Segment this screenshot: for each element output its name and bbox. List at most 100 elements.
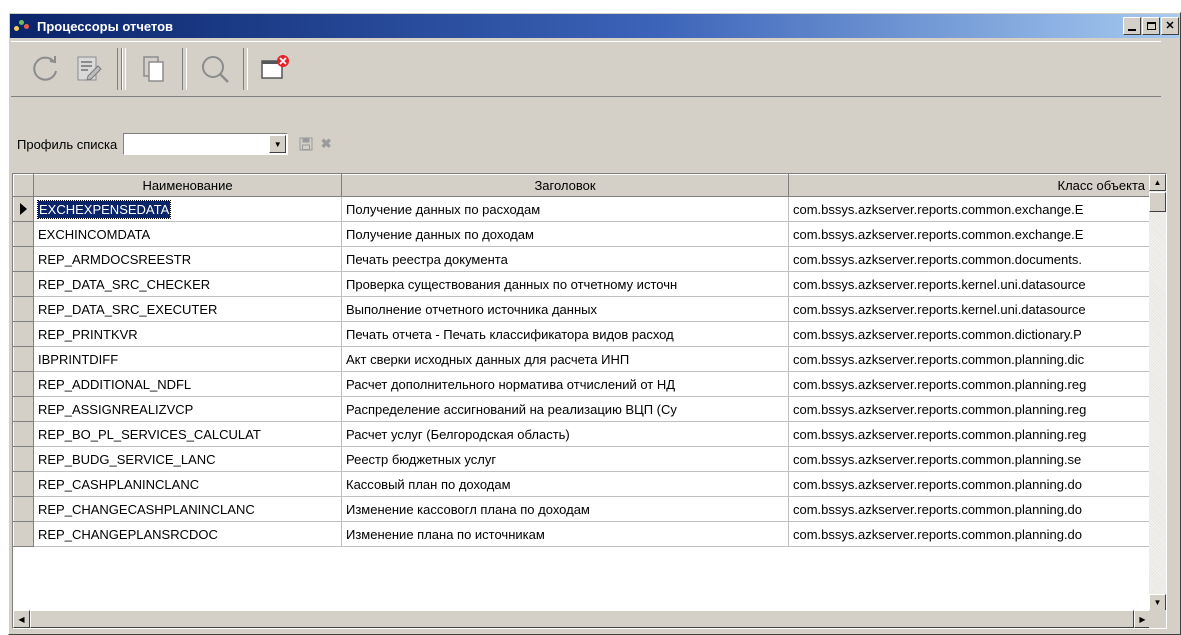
cell-class[interactable]: com.bssys.azkserver.reports.common.plann… [788,496,1152,522]
title-bar[interactable]: Процессоры отчетов ✕ [10,14,1179,38]
cell-title[interactable]: Кассовый план по доходам [341,471,789,497]
close-button[interactable]: ✕ [1161,17,1179,35]
cell-title-text: Реестр бюджетных услуг [346,451,497,467]
cell-class[interactable]: com.bssys.azkserver.reports.common.plann… [788,521,1152,547]
row-indicator[interactable] [13,421,34,447]
column-header-class[interactable]: Класс объекта [788,174,1152,197]
report-processors-table: Наименование Заголовок Класс объекта EXC… [12,173,1167,629]
cell-name[interactable]: REP_ASSIGNREALIZVCP [33,396,342,422]
cell-name[interactable]: REP_CASHPLANINCLANC [33,471,342,497]
row-indicator[interactable] [13,471,34,497]
list-profile-select[interactable]: ▼ [123,133,289,155]
cell-class-text: com.bssys.azkserver.reports.common.plann… [793,501,1083,517]
cell-title[interactable]: Изменение плана по источникам [341,521,789,547]
refresh-button[interactable] [23,47,67,91]
save-profile-button[interactable] [298,136,314,152]
cell-title[interactable]: Реестр бюджетных услуг [341,446,789,472]
resize-grip[interactable] [1149,610,1166,628]
row-indicator[interactable] [13,196,34,222]
cell-name[interactable]: REP_BO_PL_SERVICES_CALCULAT [33,421,342,447]
cell-title[interactable]: Акт сверки исходных данных для расчета И… [341,346,789,372]
cell-class[interactable]: com.bssys.azkserver.reports.common.plann… [788,346,1152,372]
cell-name[interactable]: REP_ARMDOCSREESTR [33,246,342,272]
table-row[interactable]: IBPRINTDIFF Акт сверки исходных данных дл… [13,346,1152,372]
cell-class[interactable]: com.bssys.azkserver.reports.common.plann… [788,396,1152,422]
row-indicator[interactable] [13,371,34,397]
cell-class[interactable]: com.bssys.azkserver.reports.common.excha… [788,221,1152,247]
cell-name[interactable]: EXCHEXPENSEDATA [33,196,342,222]
scroll-up-button[interactable]: ▲ [1149,174,1166,191]
cell-title[interactable]: Получение данных по расходам [341,196,789,222]
cell-class[interactable]: com.bssys.azkserver.reports.common.excha… [788,196,1152,222]
cell-class[interactable]: com.bssys.azkserver.reports.kernel.uni.d… [788,271,1152,297]
cell-title[interactable]: Получение данных по доходам [341,221,789,247]
cell-title[interactable]: Печать отчета - Печать классификатора ви… [341,321,789,347]
row-indicator[interactable] [13,321,34,347]
cell-title[interactable]: Распределение ассигнований на реализацию… [341,396,789,422]
row-indicator[interactable] [13,296,34,322]
row-indicator[interactable] [13,521,34,547]
maximize-button[interactable] [1142,17,1160,35]
table-row[interactable]: EXCHINCOMDATA Получение данных по доходам… [13,221,1152,247]
cell-name[interactable]: REP_CHANGEPLANSRCDOC [33,521,342,547]
cell-name[interactable]: REP_PRINTKVR [33,321,342,347]
table-row[interactable]: REP_CASHPLANINCLANC Кассовый план по дохо… [13,471,1152,497]
table-row[interactable]: REP_PRINTKVR Печать отчета - Печать класс… [13,321,1152,347]
cell-title-text: Распределение ассигнований на реализацию… [346,401,677,417]
table-row[interactable]: REP_BO_PL_SERVICES_CALCULAT Расчет услуг … [13,421,1152,447]
minimize-button[interactable] [1123,17,1141,35]
cell-title[interactable]: Выполнение отчетного источника данных [341,296,789,322]
table-row[interactable]: EXCHEXPENSEDATA Получение данных по расхо… [13,196,1152,222]
vertical-scroll-thumb[interactable] [1149,192,1166,212]
scroll-left-button[interactable]: ◀ [13,610,30,628]
horizontal-scroll-thumb[interactable] [30,610,1134,628]
dropdown-button[interactable]: ▼ [269,135,287,153]
scroll-down-button[interactable]: ▼ [1149,594,1166,611]
table-row[interactable]: REP_DATA_SRC_CHECKER Проверка существован… [13,271,1152,297]
row-indicator[interactable] [13,396,34,422]
copy-icon [143,56,164,82]
cell-title[interactable]: Проверка существования данных по отчетно… [341,271,789,297]
vertical-scrollbar[interactable]: ▲ ▼ [1149,174,1166,611]
row-indicator[interactable] [13,496,34,522]
cell-class[interactable]: com.bssys.azkserver.reports.common.plann… [788,421,1152,447]
cell-class[interactable]: com.bssys.azkserver.reports.common.plann… [788,471,1152,497]
cell-name[interactable]: IBPRINTDIFF [33,346,342,372]
cell-title[interactable]: Печать реестра документа [341,246,789,272]
cell-name[interactable]: EXCHINCOMDATA [33,221,342,247]
edit-button[interactable] [67,47,111,91]
column-header-name[interactable]: Наименование [33,174,342,197]
horizontal-scrollbar[interactable]: ◀ ▶ [13,610,1151,628]
table-row[interactable]: REP_CHANGEPLANSRCDOC Изменение плана по и… [13,521,1152,547]
table-row[interactable]: REP_ARMDOCSREESTR Печать реестра документ… [13,246,1152,272]
cell-name[interactable]: REP_DATA_SRC_EXECUTER [33,296,342,322]
table-row[interactable]: REP_BUDG_SERVICE_LANC Реестр бюджетных ус… [13,446,1152,472]
cell-title[interactable]: Расчет услуг (Белгородская область) [341,421,789,447]
cell-class[interactable]: com.bssys.azkserver.reports.common.plann… [788,446,1152,472]
cell-class[interactable]: com.bssys.azkserver.reports.kernel.uni.d… [788,296,1152,322]
row-indicator[interactable] [13,271,34,297]
cell-name[interactable]: REP_BUDG_SERVICE_LANC [33,446,342,472]
table-row[interactable]: REP_ADDITIONAL_NDFL Расчет дополнительног… [13,371,1152,397]
row-indicator[interactable] [13,446,34,472]
table-row[interactable]: REP_ASSIGNREALIZVCP Распределение ассигно… [13,396,1152,422]
cell-class[interactable]: com.bssys.azkserver.reports.common.dicti… [788,321,1152,347]
row-indicator[interactable] [13,221,34,247]
table-row[interactable]: REP_CHANGECASHPLANINCLANC Изменение кассо… [13,496,1152,522]
copy-button[interactable] [132,47,176,91]
cell-title[interactable]: Расчет дополнительного норматива отчисле… [341,371,789,397]
cell-name[interactable]: REP_CHANGECASHPLANINCLANC [33,496,342,522]
cell-class[interactable]: com.bssys.azkserver.reports.common.docum… [788,246,1152,272]
cell-name-text: REP_CASHPLANINCLANC [38,476,200,492]
table-row[interactable]: REP_DATA_SRC_EXECUTER Выполнение отчетног… [13,296,1152,322]
cell-name[interactable]: REP_ADDITIONAL_NDFL [33,371,342,397]
close-window-button[interactable] [254,47,298,91]
cell-name[interactable]: REP_DATA_SRC_CHECKER [33,271,342,297]
cell-class[interactable]: com.bssys.azkserver.reports.common.plann… [788,371,1152,397]
search-button[interactable] [193,47,237,91]
cell-title[interactable]: Изменение кассовогл плана по доходам [341,496,789,522]
column-header-title[interactable]: Заголовок [341,174,789,197]
delete-profile-button[interactable]: ✖ [318,136,334,152]
row-indicator[interactable] [13,246,34,272]
row-indicator[interactable] [13,346,34,372]
